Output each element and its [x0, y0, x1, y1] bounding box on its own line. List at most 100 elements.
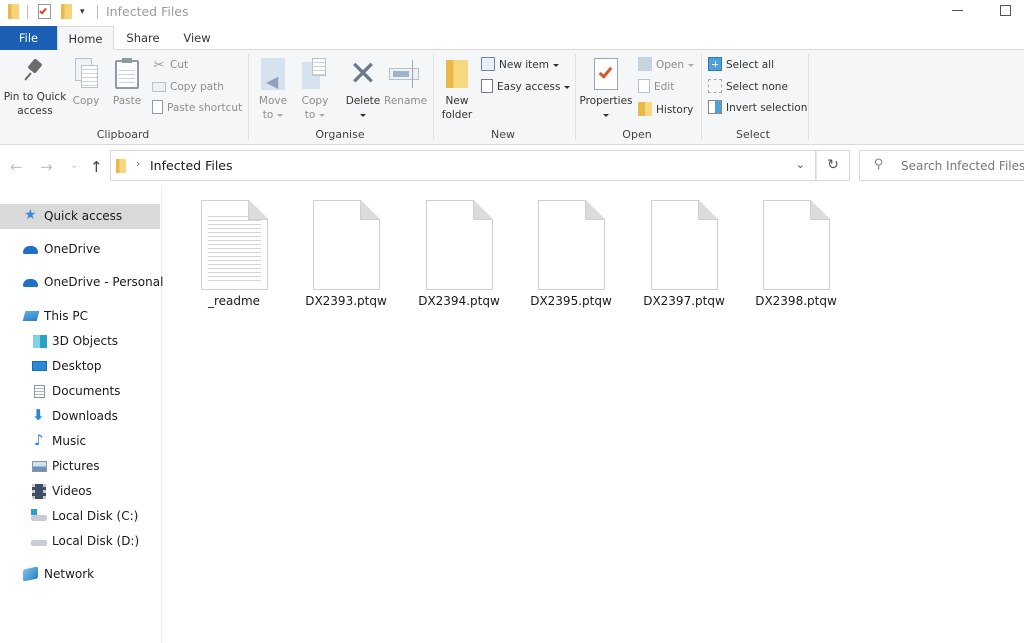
cut-button[interactable]: ✂ Cut [152, 56, 189, 74]
desktop-icon [32, 361, 47, 371]
file-name: DX2397.ptqw [643, 294, 725, 308]
title-bar: ▾ Infected Files [0, 0, 1024, 26]
refresh-button[interactable]: ↻ [816, 150, 850, 181]
back-arrow-icon[interactable]: ← [10, 158, 23, 176]
sidebar-item-onedrive[interactable]: OneDrive [0, 237, 160, 262]
navigation-pane: ★ Quick access OneDrive OneDrive - Perso… [0, 186, 163, 643]
copy-path-button[interactable]: Copy path [152, 78, 224, 96]
group-label-new: New [491, 128, 515, 141]
group-divider [808, 54, 809, 140]
select-all-button[interactable]: Select all [708, 56, 774, 74]
blank-file-icon [312, 200, 380, 290]
blank-file-icon [762, 200, 830, 290]
pin-icon [23, 58, 47, 82]
group-divider [575, 54, 576, 140]
copy-path-icon [152, 82, 166, 92]
chevron-down-icon [688, 63, 695, 67]
file-item[interactable]: DX2393.ptqw [300, 200, 392, 308]
open-button[interactable]: Open [638, 56, 695, 74]
file-name: DX2398.ptqw [755, 294, 837, 308]
folder-icon [8, 4, 19, 19]
sidebar-item-videos[interactable]: Videos [0, 479, 160, 504]
sidebar-item-documents[interactable]: Documents [0, 379, 160, 404]
sidebar-item-local-disk-c[interactable]: Local Disk (C:) [0, 504, 160, 529]
file-item[interactable]: DX2397.ptqw [638, 200, 730, 308]
delete-x-icon: ✕ [348, 54, 378, 94]
file-item[interactable]: DX2395.ptqw [525, 200, 617, 308]
new-item-icon [481, 57, 495, 71]
sidebar-item-this-pc[interactable]: This PC [0, 304, 160, 329]
breadcrumb-item[interactable]: Infected Files [150, 158, 233, 173]
search-input[interactable]: Search Infected Files [901, 159, 1024, 173]
sidebar-item-local-disk-d[interactable]: Local Disk (D:) [0, 529, 160, 554]
tab-home[interactable]: Home [57, 26, 114, 51]
maximize-icon[interactable] [1000, 5, 1011, 16]
sidebar-item-onedrive-personal[interactable]: OneDrive - Personal [0, 270, 163, 295]
new-item-button[interactable]: New item [481, 56, 559, 74]
forward-arrow-icon[interactable]: → [40, 158, 53, 176]
navigation-bar: ← → ⌄ ↑ › Infected Files ⌄ ↻ ⚲ Search In… [0, 146, 1024, 186]
customize-dropdown-icon[interactable]: ▾ [80, 7, 85, 17]
group-label-clipboard: Clipboard [96, 128, 150, 141]
new-folder-icon[interactable] [61, 4, 72, 19]
search-icon: ⚲ [874, 157, 884, 172]
properties-check-icon [594, 58, 618, 90]
copy-icon [73, 58, 99, 90]
file-item[interactable]: DX2398.ptqw [750, 200, 842, 308]
blank-file-icon [537, 200, 605, 290]
move-to-icon: ◀ [261, 58, 285, 90]
search-box[interactable]: ⚲ Search Infected Files [859, 150, 1024, 181]
copy-to-button[interactable]: Copy to [297, 58, 333, 122]
sidebar-item-music[interactable]: ♪ Music [0, 429, 160, 454]
folder-icon [116, 159, 126, 173]
edit-icon [638, 79, 650, 93]
properties-button[interactable]: Properties [578, 58, 634, 122]
select-all-icon [708, 57, 722, 71]
invert-selection-button[interactable]: Invert selection [708, 99, 807, 117]
file-item[interactable]: _readme [188, 200, 280, 308]
pin-to-quick-access-button[interactable]: Pin to Quick access [2, 58, 68, 118]
delete-button[interactable]: ✕ Delete [343, 54, 383, 122]
tab-file[interactable]: File [0, 26, 57, 50]
file-name: DX2394.ptqw [418, 294, 500, 308]
file-name: DX2395.ptqw [530, 294, 612, 308]
easy-access-button[interactable]: Easy access [481, 78, 571, 96]
file-name: DX2393.ptqw [305, 294, 387, 308]
select-none-button[interactable]: Select none [708, 78, 788, 96]
edit-button[interactable]: Edit [638, 78, 674, 96]
divider [27, 5, 28, 19]
ribbon: Pin to Quick access Copy Paste ✂ Cut Copy… [0, 50, 1024, 145]
up-arrow-icon[interactable]: ↑ [90, 158, 103, 176]
recent-locations-chevron-icon[interactable]: ⌄ [70, 160, 78, 171]
group-label-select: Select [736, 128, 770, 141]
file-item[interactable]: DX2394.ptqw [413, 200, 505, 308]
chevron-down-icon [552, 63, 559, 67]
sidebar-item-quick-access[interactable]: ★ Quick access [0, 204, 160, 229]
address-bar[interactable]: › Infected Files ⌄ [110, 150, 816, 181]
new-folder-button[interactable]: New folder [438, 58, 476, 122]
tab-share[interactable]: Share [120, 26, 166, 50]
drive-icon [31, 540, 47, 546]
file-name: _readme [207, 294, 261, 308]
sidebar-item-network[interactable]: Network [0, 562, 160, 587]
sidebar-item-pictures[interactable]: Pictures [0, 454, 160, 479]
tab-view[interactable]: View [176, 26, 218, 50]
minimize-icon[interactable] [952, 10, 963, 11]
easy-access-icon [481, 79, 493, 93]
paste-shortcut-button[interactable]: Paste shortcut [152, 99, 242, 117]
sidebar-item-3d-objects[interactable]: 3D Objects [0, 329, 160, 354]
sidebar-item-downloads[interactable]: ⬇ Downloads [0, 404, 160, 429]
history-button[interactable]: History [638, 101, 693, 119]
properties-check-icon[interactable] [38, 4, 51, 19]
rename-button[interactable]: Rename [384, 58, 427, 108]
copy-button[interactable]: Copy [70, 58, 102, 108]
text-file-icon [200, 200, 268, 290]
sidebar-item-desktop[interactable]: Desktop [0, 354, 160, 379]
document-icon [34, 385, 45, 398]
network-icon [23, 566, 38, 582]
move-to-button[interactable]: ◀ Move to [255, 58, 291, 122]
picture-icon [32, 461, 47, 472]
paste-button[interactable]: Paste [110, 58, 144, 108]
address-dropdown-icon[interactable]: ⌄ [796, 158, 805, 171]
film-icon [32, 484, 46, 499]
